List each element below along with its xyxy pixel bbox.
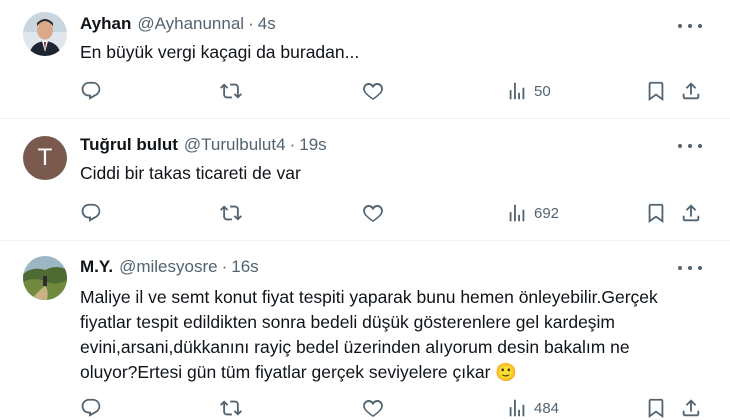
like-button[interactable] [362,79,384,103]
retweet-icon [220,205,242,221]
view-count: 692 [534,204,560,222]
separator-dot: · [248,14,254,33]
username[interactable]: @Ayhanunnal [137,14,244,34]
reply-button[interactable] [80,396,102,420]
retweet-icon [220,400,242,416]
tweet-header: M.Y. @milesyosre · 16s [80,257,259,279]
username[interactable]: @Turulbulut4 [184,135,286,155]
bookmark-button[interactable] [645,79,667,103]
views-button[interactable]: 484 [506,396,559,420]
display-name[interactable]: Tuğrul bulut [80,135,178,155]
display-name[interactable]: M.Y. [80,257,113,277]
tweet-header: Ayhan @Ayhanunnal · 4s [80,14,276,36]
retweet-button[interactable] [220,396,242,420]
tweet-1[interactable]: Ayhan @Ayhanunnal · 4s En büyük vergi ka… [0,0,730,118]
separator-dot: · [221,257,228,276]
reply-icon [81,81,101,100]
share-icon [682,204,700,222]
tweet-header: Tuğrul bulut @Turulbulut4 · 19s [80,135,327,157]
retweet-button[interactable] [220,79,242,103]
bookmark-button[interactable] [645,396,667,420]
share-button[interactable] [680,201,702,225]
more-icon[interactable] [678,258,702,278]
display-name[interactable]: Ayhan [80,14,131,34]
avatar[interactable] [23,256,67,300]
share-button[interactable] [680,396,702,420]
separator-dot: · [289,135,296,154]
like-icon [363,204,383,223]
like-icon [363,399,383,418]
tweet-actions: 484 [80,396,720,420]
like-button[interactable] [362,396,384,420]
bookmark-icon [648,81,664,102]
views-icon [509,399,525,417]
views-button[interactable]: 50 [506,79,551,103]
views-icon [509,82,525,100]
retweet-button[interactable] [220,201,242,225]
timestamp[interactable]: 19s [299,135,326,155]
reply-icon [81,203,101,222]
views-icon [509,204,525,222]
view-count: 484 [534,399,560,417]
reply-button[interactable] [80,79,102,103]
bookmark-button[interactable] [645,201,667,225]
avatar[interactable]: T [23,136,67,180]
like-button[interactable] [362,201,384,225]
profile-photo-icon [23,12,67,56]
share-icon [682,399,700,417]
tweet-text: En büyük vergi kaçagi da buradan... [80,42,360,62]
share-icon [682,82,700,100]
tweet-actions: 692 [80,201,720,225]
timestamp[interactable]: 16s [231,257,258,277]
views-button[interactable]: 692 [506,201,559,225]
share-button[interactable] [680,79,702,103]
tweet-2[interactable]: T Tuğrul bulut @Turulbulut4 · 19s Ciddi … [0,119,730,239]
more-icon[interactable] [678,136,702,156]
bookmark-icon [648,398,664,419]
reply-icon [81,398,101,417]
like-icon [363,82,383,101]
timestamp[interactable]: 4s [258,14,276,34]
username[interactable]: @milesyosre [119,257,218,277]
profile-photo-icon [23,256,67,300]
retweet-icon [220,83,242,99]
tweet-3[interactable]: M.Y. @milesyosre · 16s Maliye il ve semt… [0,241,730,420]
avatar[interactable] [23,12,67,56]
tweet-text: Ciddi bir takas ticareti de var [80,163,301,183]
bookmark-icon [648,203,664,224]
reply-button[interactable] [80,201,102,225]
view-count: 50 [534,82,551,100]
more-icon[interactable] [678,16,702,36]
tweet-actions: 50 [80,79,720,103]
tweet-text: Maliye il ve semt konut fiyat tespiti ya… [80,287,658,382]
